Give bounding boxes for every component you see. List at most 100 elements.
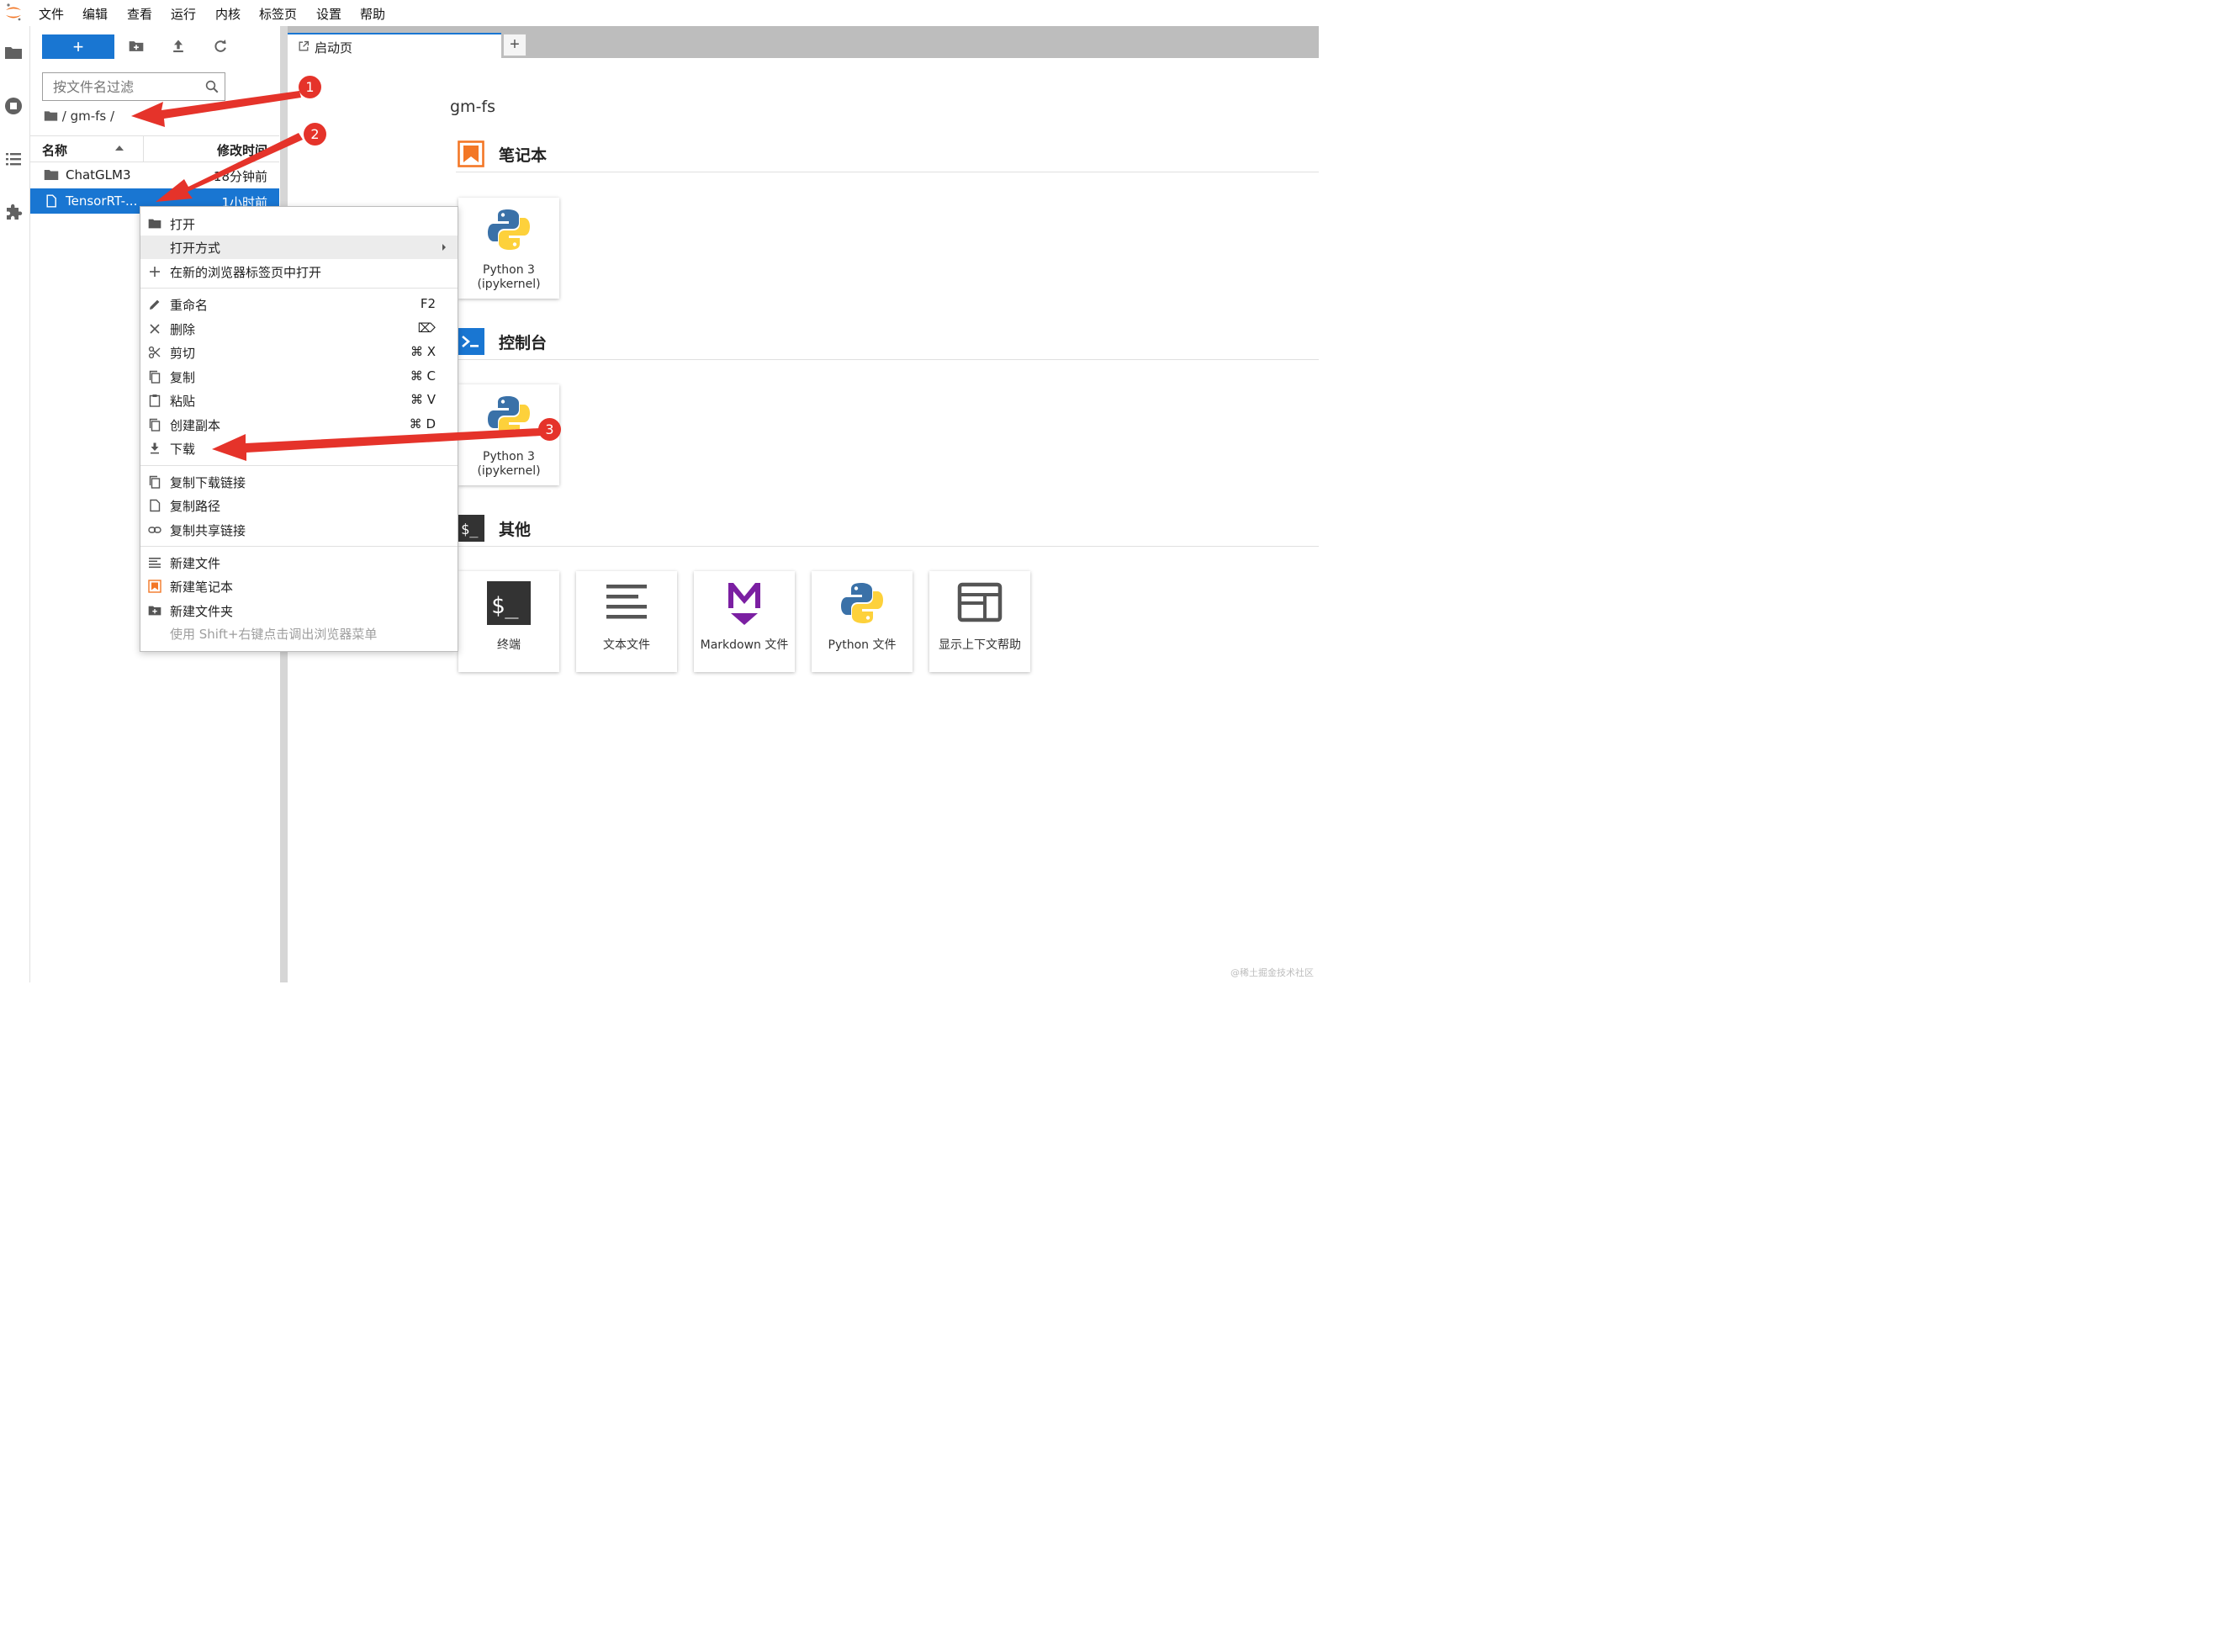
ctx-label: 创建副本 [170,418,221,433]
ctx-label: 新建笔记本 [170,580,234,595]
folder-icon[interactable] [3,43,24,63]
launch-icon [299,40,310,51]
file-row-chatglm3[interactable]: ChatGLM3 18分钟前 [30,162,279,188]
section-title: 其他 [499,521,532,539]
new-launcher-button[interactable]: + [42,34,114,59]
ctx-new-file[interactable]: 新建文件 [140,551,458,574]
ctx-duplicate[interactable]: 创建副本 ⌘ D [140,413,458,437]
annotation-badge-1: 1 [299,76,321,98]
card-notebook-python3[interactable]: Python 3 (ipykernel) [458,198,559,299]
copy-icon [149,370,161,384]
ctx-copy-share-link[interactable]: 复制共享链接 [140,518,458,542]
card-python-file[interactable]: Python 文件 [812,571,913,672]
menu-help[interactable]: 帮助 [360,5,385,23]
annotation-badge-2: 2 [304,123,326,146]
section-notebook: 笔记本 [456,138,1319,172]
ctx-shortcut: ⌘ V [410,392,436,407]
card-label: Python 3 (ipykernel) [477,263,541,291]
card-terminal[interactable]: $_ 终端 [458,571,559,672]
svg-text:$_: $_ [491,593,519,619]
search-icon [205,80,219,93]
file-name: ChatGLM3 [66,167,131,183]
notebook-icon [148,580,161,593]
ctx-separator [140,288,458,289]
ctx-label: 复制共享链接 [170,523,246,538]
tab-label: 启动页 [315,40,353,56]
ctx-delete[interactable]: 删除 ⌦ [140,317,458,341]
menubar: 文件 编辑 查看 运行 内核 标签页 设置 帮助 [0,0,1319,26]
clipboard-icon [149,394,161,407]
terminal-icon: $_ [458,515,484,542]
ctx-rename[interactable]: 重命名 F2 [140,293,458,316]
text-file-icon [606,585,647,619]
column-modified[interactable]: 修改时间 [217,141,267,159]
file-modified: 18分钟前 [213,169,267,184]
column-divider[interactable] [143,136,144,161]
text-file-icon [149,558,161,569]
menu-kernel[interactable]: 内核 [215,5,241,23]
table-of-contents-icon[interactable] [3,149,24,169]
ctx-label: 新建文件夹 [170,604,234,619]
new-folder-icon[interactable] [128,38,145,55]
ctx-cut[interactable]: 剪切 ⌘ X [140,341,458,364]
column-name[interactable]: 名称 [42,141,67,159]
jupyter-logo-icon[interactable] [3,3,24,23]
upload-icon[interactable] [170,38,187,55]
folder-icon [148,219,161,229]
card-context-help[interactable]: 显示上下文帮助 [929,571,1030,672]
svg-text:$_: $_ [461,522,479,538]
file-filter-input[interactable] [51,73,206,100]
ctx-label: 打开方式 [170,241,221,256]
ctx-copy-download-link[interactable]: 复制下载链接 [140,470,458,494]
menu-tabs[interactable]: 标签页 [259,5,297,23]
file-name: TensorRT-... [66,193,138,209]
ctx-label: 新建文件 [170,556,221,571]
ctx-new-folder[interactable]: 新建文件夹 [140,599,458,622]
ctx-hint: 使用 Shift+右键点击调出浏览器菜单 [170,627,378,642]
context-menu: 打开 打开方式 在新的浏览器标签页中打开 重命名 F2 删除 ⌦ 剪切 ⌘ X … [140,206,458,652]
ctx-open-new-tab[interactable]: 在新的浏览器标签页中打开 [140,260,458,283]
launcher-path: gm-fs [450,98,496,116]
copy-icon [149,475,161,489]
ctx-copy-path[interactable]: 复制路径 [140,494,458,517]
ctx-label: 重命名 [170,298,209,313]
menu-file[interactable]: 文件 [39,5,64,23]
link-icon [148,527,161,533]
ctx-separator [140,465,458,466]
menu-settings[interactable]: 设置 [316,5,341,23]
card-label: 显示上下文帮助 [939,638,1021,652]
python-icon [488,396,530,437]
ctx-download[interactable]: 下载 [140,437,458,460]
breadcrumb: / gm-fs / [44,109,114,124]
card-label: 文本文件 [603,638,650,652]
ctx-label: 下载 [170,442,196,457]
download-icon [151,442,159,454]
plus-icon [150,267,160,277]
add-tab-button[interactable]: + [503,34,526,56]
close-icon [150,324,160,334]
card-label: Markdown 文件 [700,638,789,652]
ctx-open-with[interactable]: 打开方式 [140,236,458,259]
ctx-label: 复制路径 [170,499,221,514]
ctx-new-notebook[interactable]: 新建笔记本 [140,574,458,598]
card-markdown-file[interactable]: Markdown 文件 [694,571,795,672]
ctx-open[interactable]: 打开 [140,212,458,236]
breadcrumb-path[interactable]: / gm-fs / [62,109,114,124]
ctx-copy[interactable]: 复制 ⌘ C [140,365,458,389]
context-help-icon [957,582,1003,622]
ctx-paste[interactable]: 粘贴 ⌘ V [140,389,458,412]
ctx-label: 剪切 [170,346,196,361]
extension-puzzle-icon[interactable] [3,202,24,222]
breadcrumb-folder-icon[interactable] [44,110,58,122]
menu-edit[interactable]: 编辑 [82,5,108,23]
running-kernels-icon[interactable] [3,96,24,116]
menu-view[interactable]: 查看 [127,5,152,23]
card-text-file[interactable]: 文本文件 [576,571,677,672]
menu-run[interactable]: 运行 [171,5,196,23]
refresh-icon[interactable] [212,38,229,55]
ctx-label: 粘贴 [170,394,196,409]
section-title: 笔记本 [499,146,548,165]
new-folder-icon [148,606,161,616]
tab-launcher[interactable]: 启动页 [288,33,501,58]
folder-icon [44,170,59,180]
